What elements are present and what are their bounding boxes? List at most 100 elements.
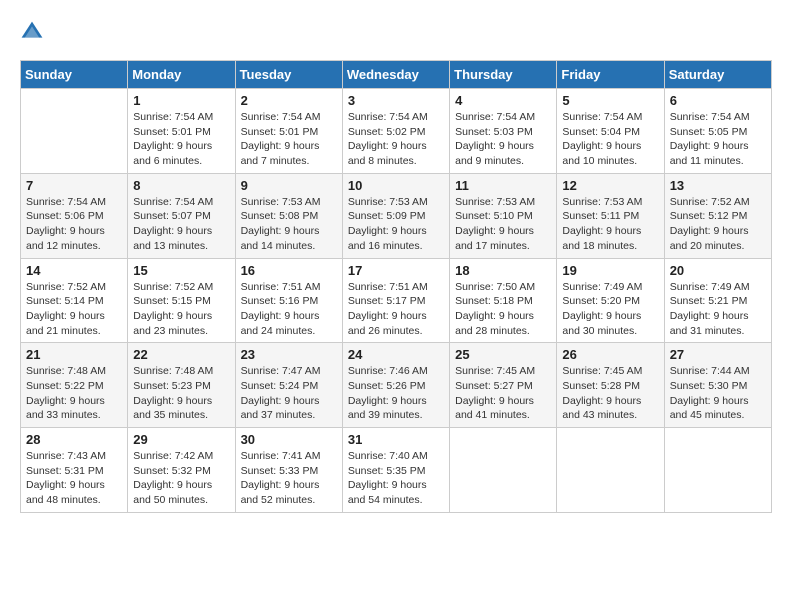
calendar-cell: 9 Sunrise: 7:53 AM Sunset: 5:08 PM Daylig… (235, 173, 342, 258)
day-info: Sunrise: 7:49 AM Sunset: 5:21 PM Dayligh… (670, 280, 766, 339)
weekday-header-friday: Friday (557, 61, 664, 89)
calendar-cell (450, 428, 557, 513)
day-info: Sunrise: 7:54 AM Sunset: 5:04 PM Dayligh… (562, 110, 658, 169)
day-number: 24 (348, 347, 444, 362)
day-number: 26 (562, 347, 658, 362)
day-number: 29 (133, 432, 229, 447)
day-number: 14 (26, 263, 122, 278)
week-row-4: 28 Sunrise: 7:43 AM Sunset: 5:31 PM Dayli… (21, 428, 772, 513)
day-info: Sunrise: 7:49 AM Sunset: 5:20 PM Dayligh… (562, 280, 658, 339)
weekday-header-thursday: Thursday (450, 61, 557, 89)
calendar-cell: 15Sunrise: 7:52 AM Sunset: 5:15 PM Dayli… (128, 258, 235, 343)
calendar-cell: 25 Sunrise: 7:45 AM Sunset: 5:27 PM Dayli… (450, 343, 557, 428)
day-info: Sunrise: 7:54 AM Sunset: 5:01 PM Dayligh… (241, 110, 337, 169)
day-info: Sunrise: 7:40 AM Sunset: 5:35 PM Dayligh… (348, 449, 444, 508)
day-info: Sunrise: 7:48 AM Sunset: 5:22 PM Dayligh… (26, 364, 122, 423)
calendar-cell: 2 Sunrise: 7:54 AM Sunset: 5:01 PM Daylig… (235, 89, 342, 174)
day-info: Sunrise: 7:54 AM Sunset: 5:03 PM Dayligh… (455, 110, 551, 169)
day-info: Sunrise: 7:53 AM Sunset: 5:10 PM Dayligh… (455, 195, 551, 254)
calendar-cell (664, 428, 771, 513)
day-number: 19 (562, 263, 658, 278)
calendar-cell: 16 Sunrise: 7:51 AM Sunset: 5:16 PM Dayli… (235, 258, 342, 343)
day-info: Sunrise: 7:44 AM Sunset: 5:30 PM Dayligh… (670, 364, 766, 423)
day-number: 3 (348, 93, 444, 108)
day-number: 30 (241, 432, 337, 447)
calendar-cell (21, 89, 128, 174)
day-number: 27 (670, 347, 766, 362)
day-number: 25 (455, 347, 551, 362)
day-number: 21 (26, 347, 122, 362)
calendar-cell: 27 Sunrise: 7:44 AM Sunset: 5:30 PM Dayli… (664, 343, 771, 428)
weekday-header-tuesday: Tuesday (235, 61, 342, 89)
day-number: 13 (670, 178, 766, 193)
day-info: Sunrise: 7:53 AM Sunset: 5:09 PM Dayligh… (348, 195, 444, 254)
day-number: 20 (670, 263, 766, 278)
calendar-cell: 24 Sunrise: 7:46 AM Sunset: 5:26 PM Dayli… (342, 343, 449, 428)
day-number: 31 (348, 432, 444, 447)
day-info: Sunrise: 7:51 AM Sunset: 5:17 PM Dayligh… (348, 280, 444, 339)
day-number: 5 (562, 93, 658, 108)
calendar-cell (557, 428, 664, 513)
calendar-cell: 21 Sunrise: 7:48 AM Sunset: 5:22 PM Dayli… (21, 343, 128, 428)
day-number: 10 (348, 178, 444, 193)
weekday-header-wednesday: Wednesday (342, 61, 449, 89)
weekday-header-monday: Monday (128, 61, 235, 89)
calendar-cell: 18 Sunrise: 7:50 AM Sunset: 5:18 PM Dayli… (450, 258, 557, 343)
calendar-cell: 19 Sunrise: 7:49 AM Sunset: 5:20 PM Dayli… (557, 258, 664, 343)
day-info: Sunrise: 7:45 AM Sunset: 5:27 PM Dayligh… (455, 364, 551, 423)
day-info: Sunrise: 7:46 AM Sunset: 5:26 PM Dayligh… (348, 364, 444, 423)
day-number: 9 (241, 178, 337, 193)
day-info: Sunrise: 7:52 AM Sunset: 5:12 PM Dayligh… (670, 195, 766, 254)
calendar-cell: 30 Sunrise: 7:41 AM Sunset: 5:33 PM Dayli… (235, 428, 342, 513)
week-row-2: 14 Sunrise: 7:52 AM Sunset: 5:14 PM Dayli… (21, 258, 772, 343)
week-row-3: 21 Sunrise: 7:48 AM Sunset: 5:22 PM Dayli… (21, 343, 772, 428)
day-number: 1 (133, 93, 229, 108)
calendar-cell: 8Sunrise: 7:54 AM Sunset: 5:07 PM Daylig… (128, 173, 235, 258)
logo (20, 20, 48, 44)
calendar-cell: 28 Sunrise: 7:43 AM Sunset: 5:31 PM Dayli… (21, 428, 128, 513)
calendar-cell: 13 Sunrise: 7:52 AM Sunset: 5:12 PM Dayli… (664, 173, 771, 258)
day-info: Sunrise: 7:54 AM Sunset: 5:01 PM Dayligh… (133, 110, 229, 169)
day-info: Sunrise: 7:41 AM Sunset: 5:33 PM Dayligh… (241, 449, 337, 508)
calendar-cell: 23 Sunrise: 7:47 AM Sunset: 5:24 PM Dayli… (235, 343, 342, 428)
calendar-cell: 12Sunrise: 7:53 AM Sunset: 5:11 PM Dayli… (557, 173, 664, 258)
day-number: 2 (241, 93, 337, 108)
day-number: 11 (455, 178, 551, 193)
calendar-cell: 1 Sunrise: 7:54 AM Sunset: 5:01 PM Daylig… (128, 89, 235, 174)
calendar-cell: 29Sunrise: 7:42 AM Sunset: 5:32 PM Dayli… (128, 428, 235, 513)
calendar-cell: 20 Sunrise: 7:49 AM Sunset: 5:21 PM Dayli… (664, 258, 771, 343)
calendar-cell: 5 Sunrise: 7:54 AM Sunset: 5:04 PM Daylig… (557, 89, 664, 174)
calendar-cell: 17Sunrise: 7:51 AM Sunset: 5:17 PM Dayli… (342, 258, 449, 343)
calendar-cell: 31 Sunrise: 7:40 AM Sunset: 5:35 PM Dayli… (342, 428, 449, 513)
week-row-0: 1 Sunrise: 7:54 AM Sunset: 5:01 PM Daylig… (21, 89, 772, 174)
week-row-1: 7Sunrise: 7:54 AM Sunset: 5:06 PM Daylig… (21, 173, 772, 258)
day-number: 15 (133, 263, 229, 278)
day-info: Sunrise: 7:43 AM Sunset: 5:31 PM Dayligh… (26, 449, 122, 508)
weekday-header-sunday: Sunday (21, 61, 128, 89)
weekday-header-saturday: Saturday (664, 61, 771, 89)
calendar-cell: 14 Sunrise: 7:52 AM Sunset: 5:14 PM Dayli… (21, 258, 128, 343)
day-number: 23 (241, 347, 337, 362)
day-info: Sunrise: 7:52 AM Sunset: 5:14 PM Dayligh… (26, 280, 122, 339)
day-number: 22 (133, 347, 229, 362)
day-info: Sunrise: 7:45 AM Sunset: 5:28 PM Dayligh… (562, 364, 658, 423)
weekday-header-row: SundayMondayTuesdayWednesdayThursdayFrid… (21, 61, 772, 89)
day-number: 12 (562, 178, 658, 193)
day-number: 18 (455, 263, 551, 278)
calendar-cell: 11 Sunrise: 7:53 AM Sunset: 5:10 PM Dayli… (450, 173, 557, 258)
day-info: Sunrise: 7:51 AM Sunset: 5:16 PM Dayligh… (241, 280, 337, 339)
page-header (20, 20, 772, 44)
calendar-table: SundayMondayTuesdayWednesdayThursdayFrid… (20, 60, 772, 513)
day-number: 16 (241, 263, 337, 278)
calendar-cell: 4Sunrise: 7:54 AM Sunset: 5:03 PM Daylig… (450, 89, 557, 174)
day-info: Sunrise: 7:47 AM Sunset: 5:24 PM Dayligh… (241, 364, 337, 423)
day-info: Sunrise: 7:53 AM Sunset: 5:08 PM Dayligh… (241, 195, 337, 254)
day-number: 28 (26, 432, 122, 447)
day-info: Sunrise: 7:54 AM Sunset: 5:06 PM Dayligh… (26, 195, 122, 254)
calendar-cell: 10 Sunrise: 7:53 AM Sunset: 5:09 PM Dayli… (342, 173, 449, 258)
calendar-cell: 7Sunrise: 7:54 AM Sunset: 5:06 PM Daylig… (21, 173, 128, 258)
calendar-cell: 22Sunrise: 7:48 AM Sunset: 5:23 PM Dayli… (128, 343, 235, 428)
day-info: Sunrise: 7:54 AM Sunset: 5:02 PM Dayligh… (348, 110, 444, 169)
day-info: Sunrise: 7:50 AM Sunset: 5:18 PM Dayligh… (455, 280, 551, 339)
day-number: 6 (670, 93, 766, 108)
